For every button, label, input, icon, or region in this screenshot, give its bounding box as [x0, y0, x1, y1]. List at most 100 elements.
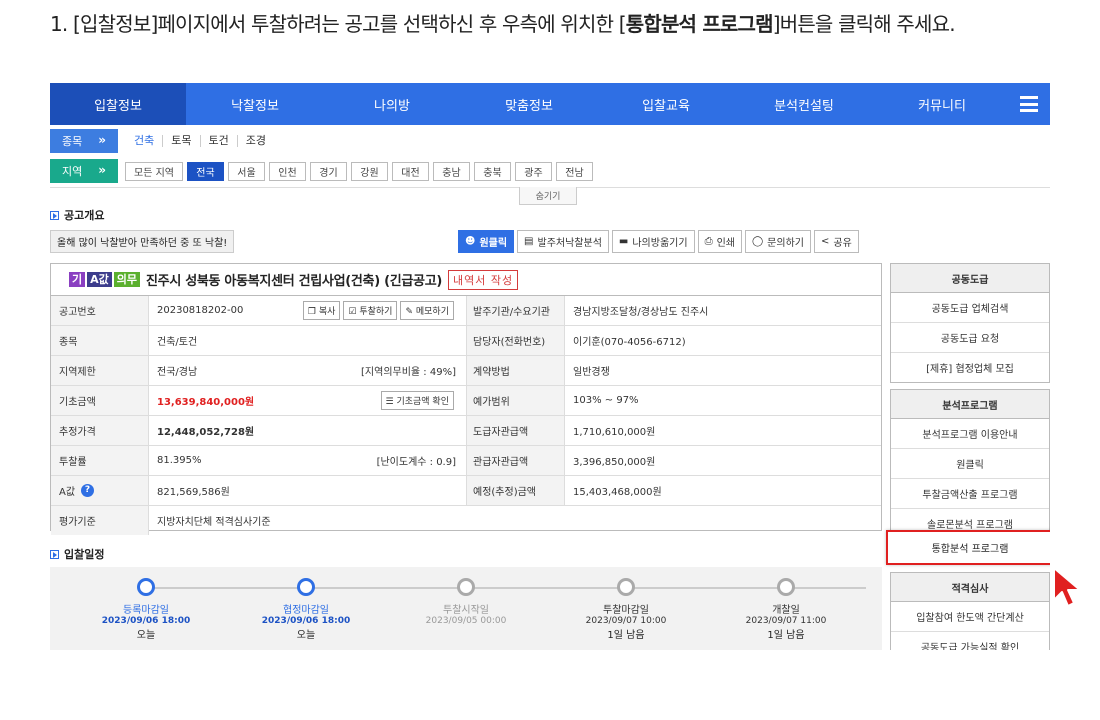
category-landscape[interactable]: 조경	[238, 135, 274, 147]
side-item-bid-amount-program[interactable]: 투찰금액산출 프로그램	[891, 479, 1049, 509]
side-panel-qualification: 적격심사 입찰참여 한도액 간단계산 공동도급 가능실적 확인	[890, 572, 1050, 650]
one-click-button[interactable]: ☻ 원클릭	[458, 230, 515, 253]
region-nationwide[interactable]: 전국	[187, 161, 224, 181]
instruction-text: 1. [입찰정보]페이지에서 투찰하려는 공고를 선택하신 후 우측에 위치한 …	[50, 12, 956, 36]
nav-item-my-room[interactable]: 나의방	[324, 83, 460, 125]
side-item-joint-performance[interactable]: 공동도급 가능실적 확인	[891, 632, 1049, 650]
region-gyeonggi[interactable]: 경기	[310, 161, 347, 181]
side-item-one-click[interactable]: 원클릭	[891, 449, 1049, 479]
value-base-amount: 13,639,840,000원 ☰ 기초금액 확인	[149, 386, 467, 415]
side-item-joint-search[interactable]: 공동도급 업체검색	[891, 293, 1049, 323]
copy-button[interactable]: ❐ 복사	[302, 301, 341, 320]
value-category: 건축/토건	[149, 326, 467, 355]
region-gangwon[interactable]: 강원	[351, 161, 388, 181]
table-row: 지역제한 전국/경남 [지역의무비율 : 49%] 계약방법 일반경쟁	[51, 356, 881, 386]
category-civil-architecture[interactable]: 토건	[201, 135, 238, 147]
section-arrow-icon	[50, 210, 59, 220]
nav-item-award-info[interactable]: 낙찰정보	[186, 83, 324, 125]
label-category: 종목	[51, 326, 149, 355]
side-item-joint-request[interactable]: 공동도급 요청	[891, 323, 1049, 353]
side-item-limit-calc[interactable]: 입찰참여 한도액 간단계산	[891, 602, 1049, 632]
category-civil[interactable]: 토목	[163, 135, 201, 147]
table-row: 평가기준 지방자치단체 적격심사기준	[51, 506, 881, 535]
category-architecture[interactable]: 건축	[134, 135, 164, 147]
side-panel-analysis: 분석프로그램 분석프로그램 이용안내 원클릭 투찰금액산출 프로그램 솔로몬분석…	[890, 389, 1050, 539]
region-incheon[interactable]: 인천	[269, 161, 306, 181]
badge-mandatory: 의무	[113, 272, 141, 287]
label-estimated-price: 추정가격	[51, 416, 149, 445]
side-item-partner-recruit[interactable]: [제휴] 협정업체 모집	[891, 353, 1049, 382]
promo-banner[interactable]: 올해 많이 낙찰받아 만족하던 중 또 낙찰!	[50, 230, 234, 253]
side-item-analysis-guide[interactable]: 분석프로그램 이용안내	[891, 419, 1049, 449]
notice-toolbar: ☻ 원클릭 ▤ 발주처낙찰분석 ▬ 나의방옮기기 ⎙ 인쇄 ◯ 문의하기 < 공유	[458, 230, 862, 253]
table-row: 추정가격 12,448,052,728원 도급자관급액 1,710,610,00…	[51, 416, 881, 446]
value-orderer: 경남지방조달청/경상남도 진주시	[573, 307, 709, 318]
category-list: 건축 토목 토건 조경	[134, 135, 274, 147]
bid-schedule-timeline: 등록마감일 2023/09/06 18:00 오늘 협정마감일 2023/09/…	[50, 567, 882, 650]
region-jeonnam[interactable]: 전남	[556, 161, 593, 181]
nav-item-bid-info[interactable]: 입찰정보	[50, 83, 186, 125]
label-bid-rate: 투찰률	[51, 446, 149, 475]
label-government-supply: 관급자관급액	[467, 446, 565, 475]
pointer-cursor-icon	[1053, 567, 1081, 607]
side-head-joint-contract: 공동도급	[891, 264, 1049, 293]
timeline-dot	[777, 578, 795, 596]
region-daejeon[interactable]: 대전	[392, 161, 429, 181]
region-ratio-note: [지역의무비율 : 49%]	[361, 367, 456, 378]
notice-title-row: 기 A값 의무 진주시 성북동 아동복지센터 건립사업(건축) (긴급공고) 내…	[51, 264, 881, 296]
hide-filter-button[interactable]: 숨기기	[519, 187, 577, 205]
value-notice-number: 20230818202-00 ❐ 복사 ☑ 투찰하기 ✎ 메모하기	[149, 296, 467, 325]
nav-item-bid-education[interactable]: 입찰교육	[598, 83, 734, 125]
table-row: 종목 건축/토건 담당자(전화번호) 이기훈(070-4056-6712)	[51, 326, 881, 356]
timeline-step-bid-deadline: 투찰마감일 2023/09/07 10:00 1일 남음	[556, 578, 696, 641]
double-chevron-icon: »	[98, 133, 106, 147]
bid-button[interactable]: ☑ 투찰하기	[343, 301, 398, 320]
memo-button[interactable]: ✎ 메모하기	[400, 301, 454, 320]
hamburger-menu-icon[interactable]	[1020, 96, 1038, 112]
value-estimated-price: 12,448,052,728원	[149, 416, 467, 445]
nav-item-custom-info[interactable]: 맞춤정보	[460, 83, 598, 125]
double-chevron-icon: »	[98, 163, 106, 177]
share-button[interactable]: < 공유	[813, 230, 859, 253]
badge-gi: 기	[69, 272, 86, 287]
printer-icon: ⎙	[704, 236, 713, 247]
table-row: 공고번호 20230818202-00 ❐ 복사 ☑ 투찰하기 ✎ 메모하기 발…	[51, 296, 881, 326]
side-panel-joint-contract: 공동도급 공동도급 업체검색 공동도급 요청 [제휴] 협정업체 모집	[890, 263, 1050, 383]
schedule-section-title: 입찰일정	[50, 546, 104, 562]
overview-section-title: 공고개요	[50, 207, 104, 223]
value-planned-amount: 15,403,468,000원	[573, 487, 662, 498]
value-government-supply: 3,396,850,000원	[573, 457, 656, 468]
bar-chart-icon: ▤	[524, 236, 534, 247]
region-chungnam[interactable]: 충남	[433, 161, 470, 181]
top-nav: 입찰정보 낙찰정보 나의방 맞춤정보 입찰교육 분석컨설팅 커뮤니티	[50, 83, 1050, 125]
region-filter-tag: 지역»	[50, 159, 118, 183]
timeline-dot	[457, 578, 475, 596]
share-icon: <	[820, 236, 830, 247]
timeline-step-registration: 등록마감일 2023/09/06 18:00 오늘	[76, 578, 216, 641]
region-all[interactable]: 모든 지역	[125, 161, 183, 181]
region-chungbuk[interactable]: 충북	[474, 161, 511, 181]
region-seoul[interactable]: 서울	[228, 161, 265, 181]
region-gwangju[interactable]: 광주	[515, 161, 552, 181]
label-notice-number: 공고번호	[51, 296, 149, 325]
base-amount-check-button[interactable]: ☰ 기초금액 확인	[380, 391, 454, 410]
timeline-dot	[617, 578, 635, 596]
folder-icon: ▬	[618, 236, 629, 247]
difficulty-note: [난이도계수 : 0.9]	[376, 457, 456, 468]
inquiry-button[interactable]: ◯ 문의하기	[744, 230, 811, 253]
nav-item-community[interactable]: 커뮤니티	[874, 83, 1010, 125]
integrated-analysis-button[interactable]: 통합분석 프로그램	[886, 530, 1050, 565]
label-a-value: A값?	[51, 476, 149, 505]
orderer-analysis-button[interactable]: ▤ 발주처낙찰분석	[517, 230, 609, 253]
screenshot-frame: 입찰정보 낙찰정보 나의방 맞춤정보 입찰교육 분석컨설팅 커뮤니티 종목 » 건…	[50, 83, 1050, 650]
write-statement-button[interactable]: 내역서 작성	[448, 269, 519, 290]
value-bid-rate: 81.395% [난이도계수 : 0.9]	[149, 446, 467, 475]
label-base-amount: 기초금액	[51, 386, 149, 415]
question-icon[interactable]: ?	[81, 484, 95, 497]
value-a-value: 821,569,586원	[149, 476, 467, 505]
side-head-qualification: 적격심사	[891, 573, 1049, 602]
move-to-my-room-button[interactable]: ▬ 나의방옮기기	[611, 230, 695, 253]
timeline-dot	[137, 578, 155, 596]
print-button[interactable]: ⎙ 인쇄	[697, 230, 742, 253]
nav-item-analysis-consulting[interactable]: 분석컨설팅	[734, 83, 874, 125]
